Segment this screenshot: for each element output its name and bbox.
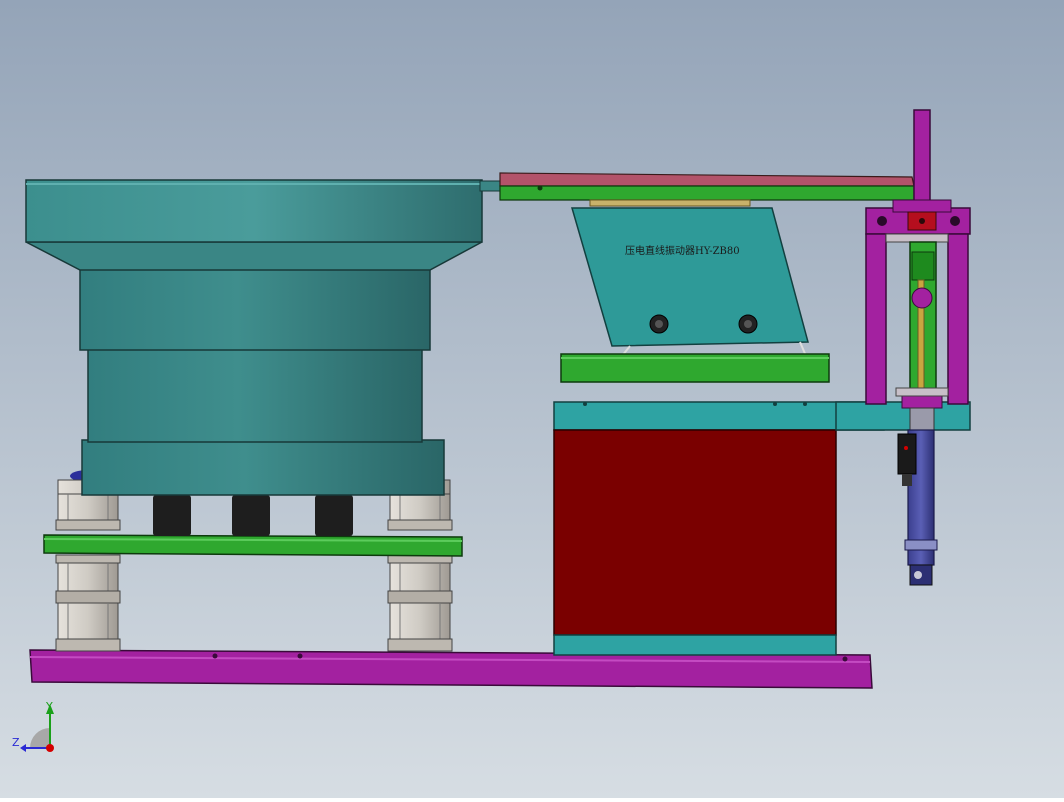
cad-model-view: 压电直线振动器HY-ZB80 Y Z (0, 0, 1064, 798)
right-nut-stack (387, 470, 453, 652)
axis-y-label: Y (45, 700, 53, 713)
bowl-mounting-plate (43, 534, 463, 557)
linear-spring-plate (560, 353, 830, 383)
cad-viewport[interactable]: 压电直线振动器HY-ZB80 Y Z (0, 0, 1064, 798)
model-label-text: 压电直线振动器HY-ZB80 (625, 244, 740, 257)
left-nut-stack (55, 470, 121, 652)
axis-z-label: Z (12, 736, 20, 749)
rubber-feet (153, 495, 353, 536)
